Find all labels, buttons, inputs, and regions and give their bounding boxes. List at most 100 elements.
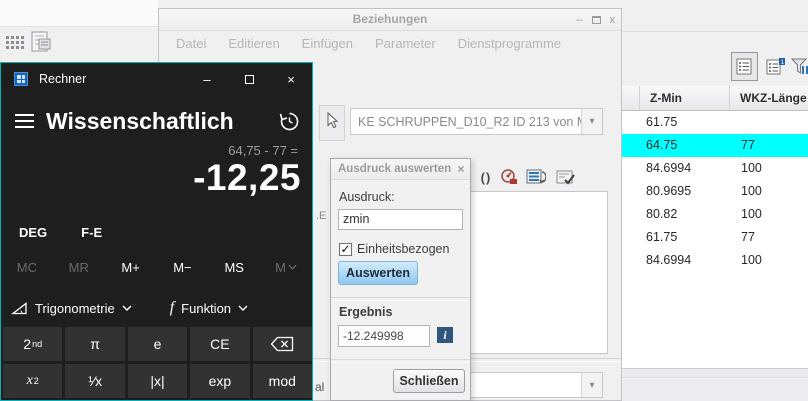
memory-subtract-button[interactable]: M− [156,255,208,279]
gauge-icon[interactable] [499,167,519,187]
angle-mode-button[interactable]: DEG [19,225,47,240]
calculator-minimize-button[interactable]: – [186,63,228,95]
form-template-icon[interactable] [30,30,51,52]
column-header-wkz-laenge[interactable]: WKZ-Länge [730,86,808,110]
hamburger-menu-icon[interactable] [15,114,34,128]
cell-zmin[interactable]: 84.6994 [640,157,730,180]
filter-icon[interactable] [790,52,808,81]
key-backspace[interactable] [252,327,312,361]
info-icon[interactable]: i [437,327,453,343]
feature-selector-dropdown[interactable]: KE SCHRUPPEN_D10_R2 ID 213 von Mode ▾ [350,108,603,135]
menu-dienstprogramme[interactable]: Dienstprogramme [447,36,572,51]
cell-wkz[interactable]: 100 [730,157,808,180]
table-row-selected[interactable]: 64.75 77 [622,134,808,157]
table-header-row: Z-Min WKZ-Länge [622,86,808,111]
backspace-icon [270,336,294,352]
table-row[interactable]: 84.6994 100 [622,157,808,180]
calculator-mode-title: Wissenschaftlich [46,107,234,134]
memory-store-button[interactable]: MS [208,255,260,279]
key-ce[interactable]: CE [190,327,250,361]
expression-input[interactable]: zmin [338,209,463,230]
dialog-titlebar[interactable]: Ausdruck auswerten × [331,159,470,180]
key-absolute-value[interactable]: |x| [127,364,188,398]
memory-flyout-label: M [275,259,286,275]
cell-zmin[interactable]: 80.82 [640,203,730,226]
fe-button[interactable]: F-E [81,225,102,240]
relations-titlebar[interactable]: Beziehungen – x [159,9,621,31]
table-row[interactable]: 80.9695 100 [622,180,808,203]
cursor-arrow-icon [326,111,339,134]
list-view-1-icon[interactable]: 1 [762,52,789,81]
parentheses-icon[interactable]: () [476,167,496,187]
relations-maximize-button[interactable] [591,15,601,24]
cell-wkz[interactable]: 77 [730,134,808,157]
memory-recall-button[interactable]: MR [53,255,105,279]
history-icon[interactable] [278,110,300,132]
grid-icon[interactable] [5,33,25,53]
trigonometry-dropdown[interactable]: Trigonometrie [11,301,132,316]
evaluate-button[interactable]: Auswerten [338,261,418,285]
function-label: Funktion [181,300,232,316]
calculator-app-icon [14,72,28,86]
maximize-icon [244,74,254,84]
key-pi[interactable]: π [65,327,125,361]
cell-wkz[interactable] [730,111,808,134]
cell-zmin[interactable]: 64.75 [640,134,730,157]
chevron-down-icon [122,305,132,311]
dialog-close-icon[interactable]: × [452,162,470,176]
memory-flyout-button[interactable]: M [260,255,312,279]
cell-wkz[interactable]: 100 [730,203,808,226]
menu-einfuegen[interactable]: Einfügen [291,36,364,51]
key-x-squared[interactable]: x2 [3,364,63,398]
table-row[interactable]: 61.75 [622,111,808,134]
table-row[interactable]: 61.75 77 [622,226,808,249]
checkbox-checked-icon[interactable]: ✓ [339,242,352,256]
column-header-zmin[interactable]: Z-Min [640,86,730,110]
close-button[interactable]: Schließen [393,369,465,393]
calculator-result[interactable]: -12,25 [11,157,301,199]
memory-add-button[interactable]: M+ [105,255,157,279]
calculator-titlebar[interactable]: Rechner – × [1,63,312,95]
list-view-icon[interactable] [731,52,758,81]
function-dropdown[interactable]: f Funktion [170,299,248,317]
cell-zmin[interactable]: 61.75 [640,226,730,249]
dialog-separator [331,297,470,301]
expression-label: Ausdruck: [339,190,395,204]
verify-check-icon[interactable] [556,167,576,187]
relations-minimize-button[interactable]: – [576,14,582,26]
cell-zmin[interactable]: 61.75 [640,111,730,134]
menu-editieren[interactable]: Editieren [217,36,290,51]
table-body: 61.75 64.75 77 84.6994 100 80.9695 100 80.8… [622,111,808,272]
key-exp[interactable]: exp [190,364,250,398]
table-row[interactable]: 84.6994 100 [622,249,808,272]
calculator-expression[interactable]: 64,75 - 77 = [18,143,298,158]
unit-checkbox-row[interactable]: ✓ Einheitsbezogen [339,242,449,256]
select-cursor-button[interactable] [319,105,345,141]
cell-zmin[interactable]: 84.6994 [640,249,730,272]
relations-window-title: Beziehungen [352,12,428,26]
key-e[interactable]: e [127,327,188,361]
result-field[interactable]: -12.249998 [338,325,430,347]
evaluate-expression-dialog: Ausdruck auswerten × Ausdruck: zmin ✓ Ei… [330,158,471,401]
relations-close-button[interactable]: x [610,14,616,26]
bottom-dropdown[interactable]: ▾ [470,372,603,398]
table-row[interactable]: 80.82 100 [622,203,808,226]
cell-wkz[interactable]: 100 [730,180,808,203]
key-reciprocal[interactable]: ¹⁄x [65,364,125,398]
cell-wkz[interactable]: 100 [730,249,808,272]
function-f-icon: f [169,299,175,316]
desktop-left-toolbar [0,27,158,62]
sort-list-icon[interactable] [526,167,546,187]
menu-datei[interactable]: Datei [165,36,217,51]
menu-parameter[interactable]: Parameter [364,36,447,51]
triangle-icon [11,301,27,314]
memory-clear-button[interactable]: MC [1,255,53,279]
key-mod[interactable]: mod [252,364,312,398]
cell-wkz[interactable]: 77 [730,226,808,249]
result-label: Ergebnis [339,305,393,319]
calculator-close-button[interactable]: × [270,63,312,95]
key-2nd[interactable]: 2nd [3,327,63,361]
cell-zmin[interactable]: 80.9695 [640,180,730,203]
chevron-down-icon [238,305,248,311]
calculator-maximize-button[interactable] [228,63,270,95]
